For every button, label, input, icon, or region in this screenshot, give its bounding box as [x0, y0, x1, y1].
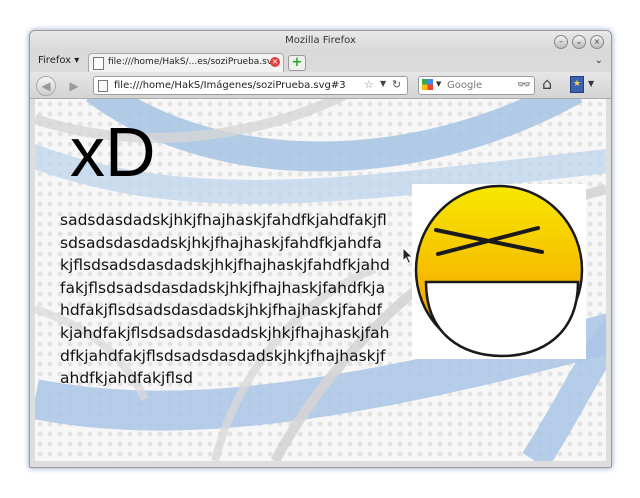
- maximize-icon[interactable]: ⌄: [572, 35, 586, 49]
- tab-active[interactable]: file:///home/HakS/...es/soziPrueba.svg ×: [88, 53, 284, 73]
- search-bar[interactable]: ▼ 👓: [418, 76, 535, 95]
- page-icon: [93, 57, 104, 70]
- laughing-smiley-icon: [414, 184, 584, 358]
- navigation-toolbar: ◀ ▶ ☆ ▼ ↻ ▼ 👓 ⌂ ★ ▼: [30, 72, 611, 99]
- new-tab-button[interactable]: +: [288, 55, 306, 71]
- tab-bar: Firefox ▾ file:///home/HakS/...es/soziPr…: [30, 52, 611, 73]
- url-input[interactable]: [114, 78, 352, 92]
- search-go-icon[interactable]: 👓: [517, 78, 531, 91]
- bookmarks-icon[interactable]: ★: [570, 76, 584, 93]
- search-engine-dropdown-icon[interactable]: ▼: [436, 80, 441, 88]
- bookmark-star-icon[interactable]: ☆: [364, 78, 374, 91]
- url-history-dropdown-icon[interactable]: ▼: [380, 79, 386, 88]
- page-heading: xD: [70, 113, 156, 191]
- forward-button[interactable]: ▶: [64, 76, 84, 96]
- browser-window: Mozilla Firefox – ⌄ × Firefox ▾ file:///…: [29, 30, 612, 468]
- tab-list-icon[interactable]: ⌄: [595, 55, 603, 66]
- tab-close-icon[interactable]: ×: [270, 57, 280, 67]
- page-icon: [98, 80, 108, 92]
- body-paragraph: sadsdasdadskjhkjfhajhaskjfahdfkjahdfakjf…: [60, 211, 390, 388]
- window-title: Mozilla Firefox: [285, 35, 356, 46]
- page-content[interactable]: xD sadsdasdadskjhkjfhajhaskjfahdfkjahdfa…: [35, 99, 606, 461]
- title-bar[interactable]: Mozilla Firefox – ⌄ ×: [30, 31, 611, 52]
- smiley-image: [412, 184, 586, 359]
- url-bar[interactable]: ☆ ▼ ↻: [93, 76, 408, 95]
- google-icon[interactable]: [422, 79, 433, 90]
- tab-label: file:///home/HakS/...es/soziPrueba.svg: [108, 57, 278, 67]
- home-button[interactable]: ⌂: [542, 75, 552, 93]
- search-input[interactable]: [447, 78, 513, 92]
- firefox-menu-button[interactable]: Firefox ▾: [38, 55, 79, 66]
- close-window-icon[interactable]: ×: [590, 35, 604, 49]
- bookmarks-dropdown-icon[interactable]: ▼: [588, 79, 594, 88]
- minimize-icon[interactable]: –: [554, 35, 568, 49]
- reload-icon[interactable]: ↻: [392, 78, 401, 91]
- back-button[interactable]: ◀: [36, 76, 56, 96]
- mouse-cursor-icon: [402, 247, 414, 265]
